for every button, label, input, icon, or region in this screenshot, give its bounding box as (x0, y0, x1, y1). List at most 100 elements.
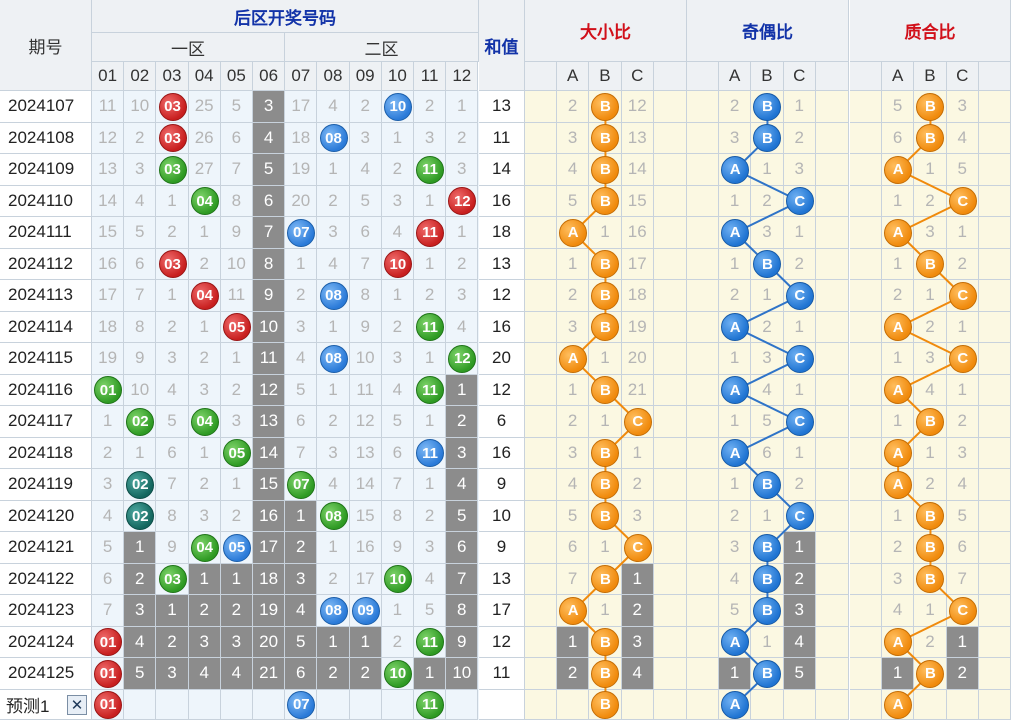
number-cell: 1 (349, 626, 382, 658)
number-cell: 2 (188, 343, 221, 375)
forecast-number-cell[interactable] (446, 689, 479, 720)
forecast-number-cell[interactable] (317, 689, 350, 720)
forecast-ratio-ball[interactable]: B (591, 690, 620, 719)
number-cell: 2 (414, 280, 447, 312)
ratio-ball: B (916, 659, 945, 688)
number-cell: 19 (285, 154, 318, 186)
ratio-spacer-cell (687, 626, 719, 658)
number-cell: 10 (349, 343, 382, 375)
ratio-cell: 2 (783, 563, 816, 595)
number-cell: 14 (92, 185, 125, 217)
forecast-ratio-cell[interactable] (946, 689, 979, 720)
forecast-ratio-cell[interactable] (557, 689, 590, 720)
forecast-number-cell[interactable] (349, 689, 382, 720)
ratio-ball: C (785, 281, 814, 310)
number-cell: 4 (253, 122, 286, 154)
ratio-spacer-cell (687, 374, 719, 406)
forecast-number-cell[interactable] (188, 689, 221, 720)
ratio-spacer-cell (525, 122, 557, 154)
forecast-spacer (653, 689, 687, 720)
ratio-cell: 1 (557, 626, 590, 658)
number-cell: 6 (285, 658, 318, 690)
number-cell: 1 (285, 500, 318, 532)
number-cell: 1 (381, 280, 414, 312)
number-cell: 1 (317, 374, 350, 406)
number-cell: 2 (446, 122, 479, 154)
close-icon[interactable]: ✕ (67, 694, 87, 715)
ratio-cell: 2 (914, 185, 947, 217)
number-cell: 2 (349, 658, 382, 690)
ratio-spacer-cell (653, 532, 687, 564)
sum-header: 和值 (479, 0, 525, 91)
number-cell: 2 (381, 154, 414, 186)
ratio-ball: C (785, 187, 814, 216)
forecast-ratio-ball[interactable]: A (884, 690, 913, 719)
number-cell: 2 (285, 532, 318, 564)
draw-ball: 05 (222, 439, 251, 468)
number-cell: 2 (414, 500, 447, 532)
forecast-number-cell[interactable] (124, 689, 157, 720)
number-cell: 12 (349, 406, 382, 438)
forecast-ball[interactable]: 07 (287, 690, 316, 719)
forecast-ratio-cell[interactable] (914, 689, 947, 720)
ratio-spacer-cell (687, 185, 719, 217)
ratio-spacer-cell (653, 658, 687, 690)
number-cell: 16 (253, 500, 286, 532)
forecast-number-cell[interactable] (220, 689, 253, 720)
number-col-header: 06 (253, 62, 286, 91)
draw-ball: 01 (94, 659, 123, 688)
number-cell: 4 (285, 343, 318, 375)
ratio-cell: 1 (882, 406, 915, 438)
prime-ratio-header: 质合比 (850, 0, 1011, 62)
ratio-spacer-cell (978, 280, 1011, 312)
ratio-ball: B (753, 533, 782, 562)
number-cell: 2 (156, 311, 189, 343)
ratio-spacer-cell (850, 626, 882, 658)
ratio-cell: 5 (946, 500, 979, 532)
ratio-spacer-cell (653, 248, 687, 280)
ratio-ball: C (623, 533, 652, 562)
forecast-number-cell[interactable] (381, 689, 414, 720)
number-cell: 10 (220, 248, 253, 280)
forecast-number-cell[interactable] (156, 689, 189, 720)
ratio-cell: 3 (621, 626, 654, 658)
draw-ball: 11 (416, 218, 445, 247)
number-cell: 9 (381, 532, 414, 564)
number-cell: 4 (124, 185, 157, 217)
ratio-spacer-cell (850, 500, 882, 532)
number-cell: 2 (317, 563, 350, 595)
sum-cell: 17 (479, 595, 525, 627)
forecast-ratio-ball[interactable]: A (721, 690, 750, 719)
number-cell: 1 (124, 532, 157, 564)
ratio-cell: 13 (621, 122, 654, 154)
ratio-cell: 1 (946, 374, 979, 406)
forecast-ratio-cell[interactable] (783, 689, 816, 720)
ratio-spacer-cell (850, 248, 882, 280)
forecast-ball[interactable]: 01 (94, 690, 123, 719)
forecast-number-cell[interactable] (253, 689, 286, 720)
ratio-ball: B (753, 596, 782, 625)
ratio-cell: 5 (719, 595, 752, 627)
forecast-ball[interactable]: 11 (416, 690, 445, 719)
ratio-spacer-cell (815, 626, 849, 658)
ratio-spacer (687, 62, 719, 91)
ratio-spacer (978, 62, 1011, 91)
ratio-cell: 3 (621, 500, 654, 532)
ratio-spacer-cell (525, 437, 557, 469)
ratio-spacer-cell (653, 154, 687, 186)
ratio-cell: 14 (621, 154, 654, 186)
ratio-ball: B (916, 533, 945, 562)
number-cell: 2 (220, 500, 253, 532)
number-cell: 5 (156, 406, 189, 438)
sum-cell: 18 (479, 217, 525, 249)
ratio-spacer (525, 62, 557, 91)
number-cell: 2 (156, 626, 189, 658)
ratio-ball: A (721, 218, 750, 247)
forecast-ratio-cell[interactable] (621, 689, 654, 720)
draw-ball: 08 (319, 124, 348, 153)
ratio-cell: 4 (783, 626, 816, 658)
number-cell: 11 (92, 91, 125, 123)
ratio-cell: 21 (621, 374, 654, 406)
forecast-ratio-cell[interactable] (751, 689, 784, 720)
ratio-ball: A (559, 218, 588, 247)
